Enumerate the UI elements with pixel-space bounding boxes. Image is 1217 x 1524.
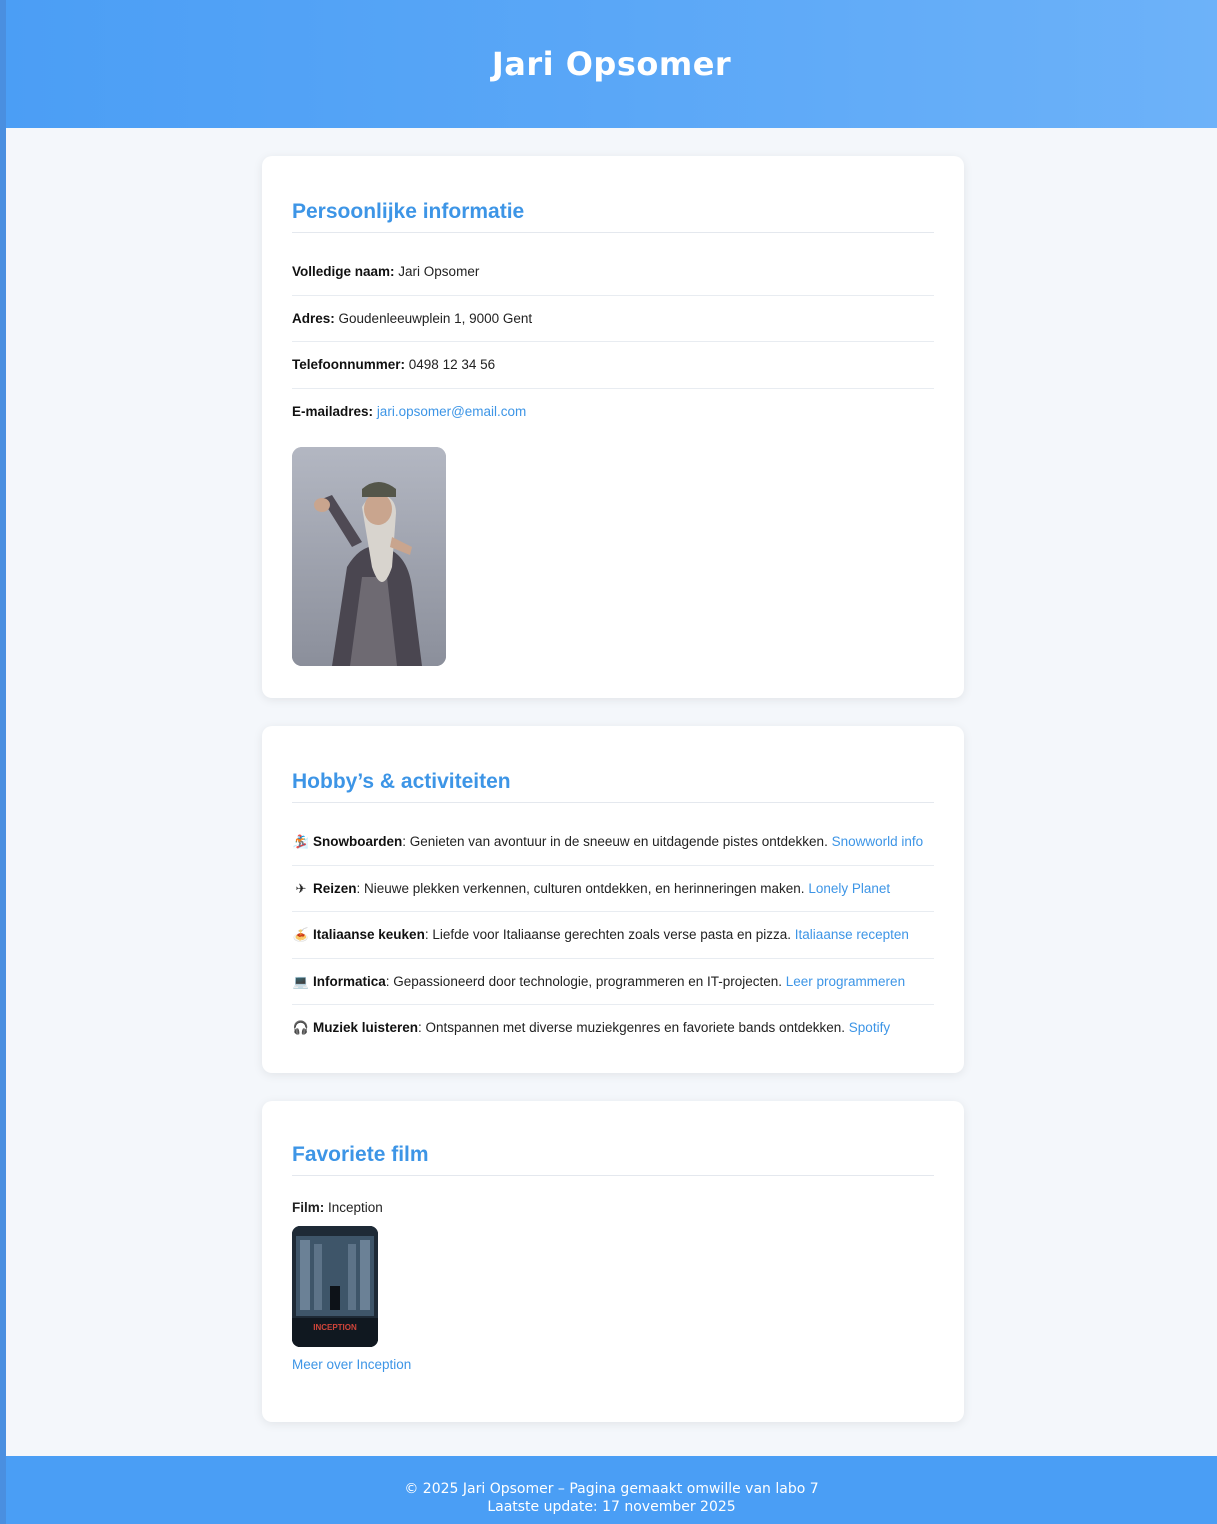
info-label: E-mailadres:: [292, 403, 374, 419]
info-label: Telefoonnummer:: [292, 357, 406, 372]
headphones-icon: 🎧: [292, 1020, 310, 1035]
hobby-item: ✈ Reizen: Nieuwe plekken verkennen, cultu…: [292, 866, 934, 912]
info-row-phone: Telefoonnummer: 0498 12 34 56: [292, 342, 934, 389]
hobby-title: Muziek luisteren: [313, 1020, 419, 1035]
footer-updated: Laatste update: 17 november 2025: [487, 1499, 736, 1515]
inception-poster-icon: INCEPTION: [292, 1226, 378, 1347]
movie-row: Film: Inception: [292, 1192, 934, 1224]
hobby-item: 🎧 Muziek luisteren: Ontspannen met divers…: [292, 1005, 934, 1052]
hobby-text: : Gepassioneerd door technologie, progra…: [385, 973, 786, 989]
hobbies-card: Hobby’s & activiteiten 🏂 Snowboarden: Gen…: [262, 726, 964, 1073]
hobby-link[interactable]: Snowworld info: [832, 834, 924, 849]
hobby-link[interactable]: Spotify: [849, 1020, 890, 1035]
info-value: 0498 12 34 56: [408, 357, 496, 372]
page-footer: © 2025 Jari Opsomer – Pagina gemaakt omw…: [6, 1456, 1217, 1524]
hobby-title: Snowboarden: [313, 834, 403, 849]
info-value: Goudenleeuwplein 1, 9000 Gent: [338, 310, 533, 326]
info-label: Volledige naam:: [292, 264, 395, 279]
wizard-photo-icon: [292, 447, 446, 666]
hobby-text: : Liefde voor Italiaanse gerechten zoals…: [424, 927, 795, 942]
footer-copyright: © 2025 Jari Opsomer – Pagina gemaakt omw…: [404, 1481, 819, 1497]
personal-info-card: Persoonlijke informatie Volledige naam: …: [262, 156, 964, 698]
email-link[interactable]: jari.opsomer@email.com: [377, 404, 527, 419]
hobby-item: 🏂 Snowboarden: Genieten van avontuur in d…: [292, 819, 934, 866]
info-row-email: E-mailadres: jari.opsomer@email.com: [292, 389, 934, 436]
hobby-link[interactable]: Italiaanse recepten: [795, 927, 909, 942]
personal-info-heading: Persoonlijke informatie: [292, 200, 934, 233]
page-title: Jari Opsomer: [491, 45, 732, 83]
page-header: Jari Opsomer: [6, 0, 1217, 128]
info-row-address: Adres: Goudenleeuwplein 1, 9000 Gent: [292, 296, 934, 342]
hobby-title: Italiaanse keuken: [313, 927, 425, 942]
movie-label: Film:: [292, 1200, 325, 1215]
laptop-icon: 💻: [292, 973, 310, 989]
hobby-text: : Nieuwe plekken verkennen, culturen ont…: [356, 880, 809, 896]
favorite-movie-card: Favoriete film Film: Inception INCEPTION…: [262, 1101, 964, 1422]
profile-photo: [292, 447, 446, 666]
movie-heading: Favoriete film: [292, 1143, 934, 1176]
hobby-text: : Genieten van avontuur in de sneeuw en …: [402, 834, 832, 849]
hobby-title: Reizen: [313, 880, 357, 896]
movie-value: Inception: [328, 1200, 383, 1215]
movie-poster: INCEPTION: [292, 1226, 378, 1347]
hobby-text: : Ontspannen met diverse muziekgenres en…: [418, 1020, 849, 1035]
hobbies-heading: Hobby’s & activiteiten: [292, 770, 934, 803]
hobby-link[interactable]: Leer programmeren: [786, 974, 905, 989]
hobby-title: Informatica: [313, 973, 386, 989]
poster-title: INCEPTION: [313, 1323, 357, 1332]
spaghetti-icon: 🍝: [292, 927, 310, 942]
movie-more-link[interactable]: Meer over Inception: [292, 1357, 411, 1372]
airplane-icon: ✈: [295, 880, 307, 896]
info-value: Jari Opsomer: [398, 264, 480, 279]
hobby-item: 🍝 Italiaanse keuken: Liefde voor Italiaan…: [292, 912, 934, 959]
info-label: Adres:: [292, 310, 335, 326]
info-row-name: Volledige naam: Jari Opsomer: [292, 249, 934, 296]
hobby-item: 💻 Informatica: Gepassioneerd door technol…: [292, 959, 934, 1005]
snowboard-icon: 🏂: [292, 834, 310, 849]
hobby-link[interactable]: Lonely Planet: [808, 881, 890, 896]
